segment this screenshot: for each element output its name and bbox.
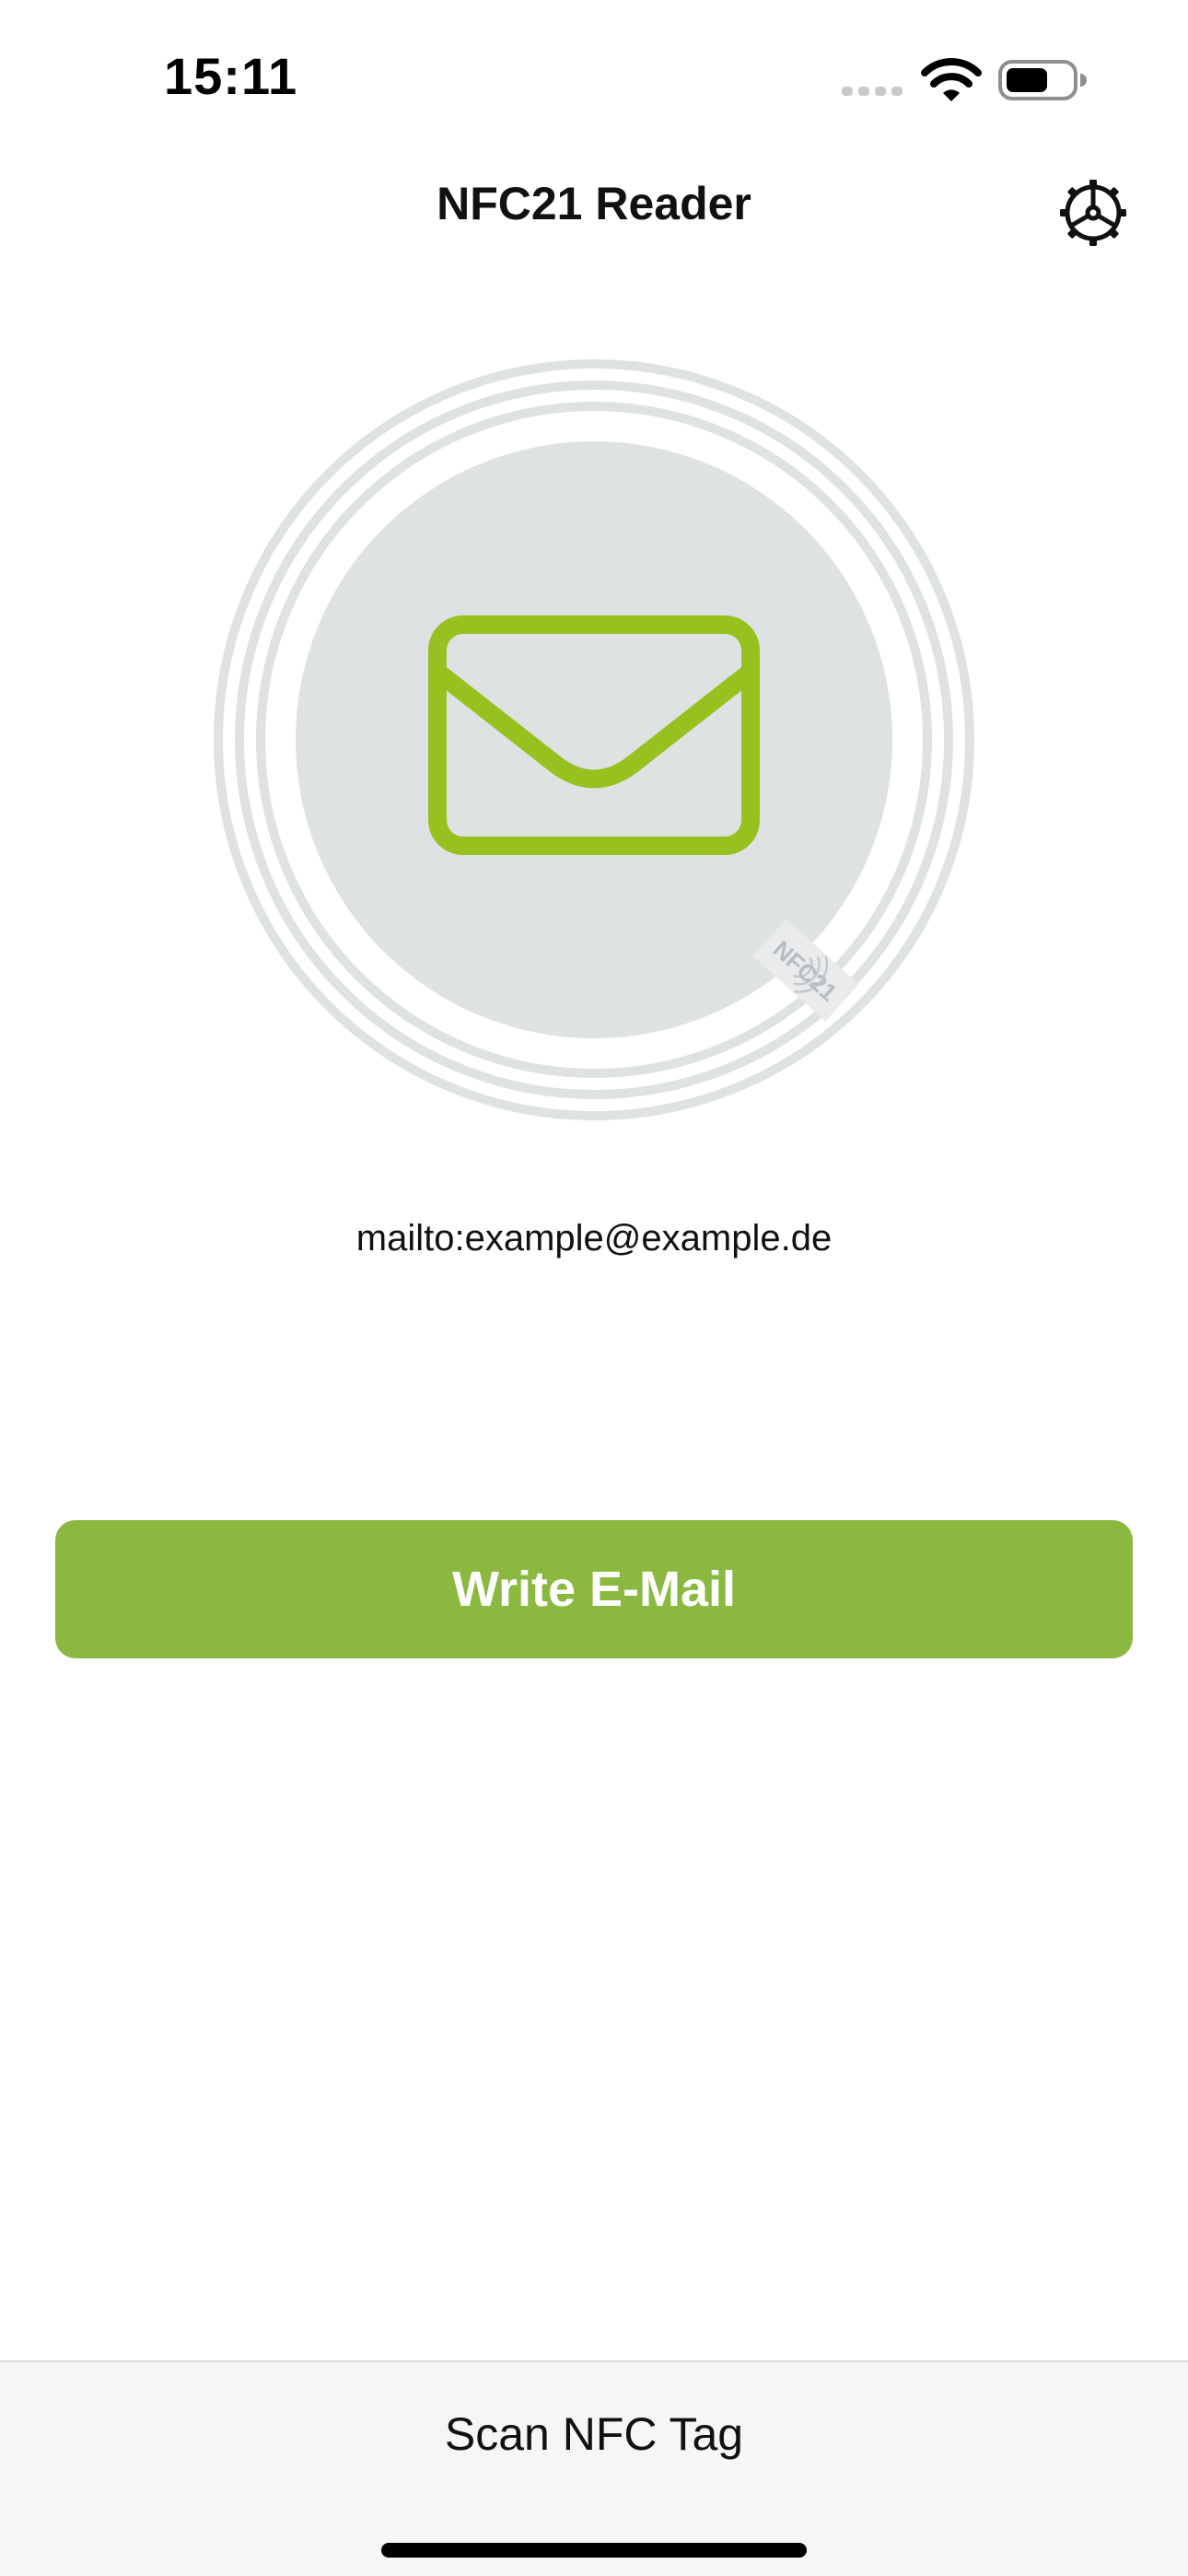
scan-nfc-tag-button[interactable]: Scan NFC Tag — [0, 2395, 1188, 2473]
nfc-tag-graphic: NFC21 — [214, 359, 974, 1120]
status-bar: 15:11 — [0, 0, 1188, 157]
record-value: mailto:example@example.de — [355, 1218, 833, 1259]
wifi-icon — [921, 58, 982, 101]
gear-icon — [1060, 180, 1126, 246]
battery-icon — [998, 60, 1087, 100]
app-screen: 15:11 NFC21 Reader NFC21 mailto:example@… — [0, 0, 1188, 2576]
status-time: 15:11 — [164, 47, 298, 105]
page-title: NFC21 Reader — [437, 178, 751, 229]
write-email-button[interactable]: Write E-Mail — [55, 1520, 1133, 1658]
cellular-signal-icon — [842, 87, 903, 96]
home-indicator[interactable] — [381, 2543, 807, 2558]
settings-button[interactable] — [1055, 175, 1131, 251]
bottom-bar: Scan NFC Tag — [0, 2360, 1188, 2576]
